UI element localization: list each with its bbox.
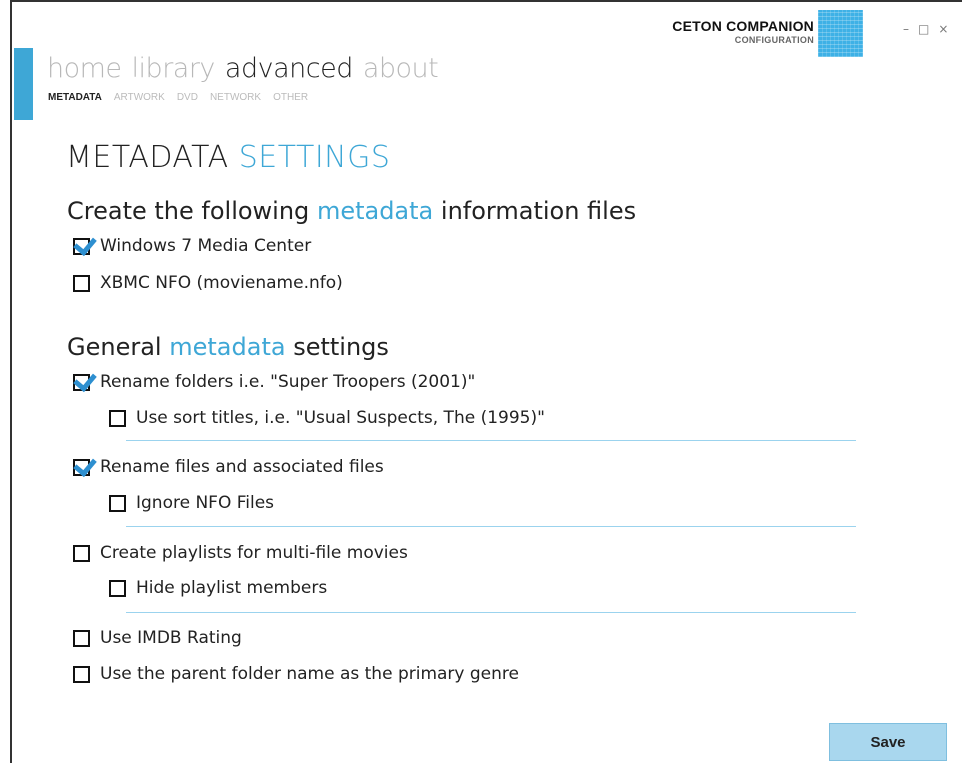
- imdb-checkbox[interactable]: [73, 629, 90, 647]
- ignore-nfo-checkbox[interactable]: [109, 494, 126, 512]
- nav-home[interactable]: home: [47, 53, 122, 84]
- hide-members-label: Hide playlist members: [136, 578, 328, 598]
- brand: CETON COMPANION CONFIGURATION: [662, 18, 814, 45]
- xbmc-label: XBMC NFO (moviename.nfo): [100, 273, 343, 293]
- section-general-post: settings: [293, 333, 389, 361]
- divider: [126, 612, 856, 613]
- nav-advanced[interactable]: advanced: [225, 53, 353, 84]
- hide-members-checkbox[interactable]: [109, 579, 126, 597]
- option-ignore-nfo[interactable]: Ignore NFO Files: [109, 493, 274, 513]
- xbmc-checkbox[interactable]: [73, 274, 90, 292]
- option-rename-folders[interactable]: Rename folders i.e. "Super Troopers (200…: [73, 372, 475, 392]
- sub-nav: METADATA ARTWORK DVD NETWORK OTHER: [48, 92, 308, 103]
- main-nav: home library advanced about: [47, 53, 439, 84]
- divider: [126, 526, 856, 527]
- option-playlists[interactable]: Create playlists for multi-file movies: [73, 543, 408, 563]
- tab-network[interactable]: NETWORK: [210, 92, 261, 103]
- sort-titles-checkbox[interactable]: [109, 409, 126, 427]
- section-create-pre: Create the following: [67, 197, 310, 225]
- rename-folders-label: Rename folders i.e. "Super Troopers (200…: [100, 372, 476, 392]
- imdb-label: Use IMDB Rating: [100, 628, 242, 648]
- section-general-accent: metadata: [169, 333, 286, 361]
- save-button[interactable]: Save: [829, 723, 947, 761]
- maximize-icon[interactable]: □: [918, 22, 929, 36]
- win7-checkbox[interactable]: [73, 237, 90, 255]
- divider: [126, 440, 856, 441]
- brand-name: CETON COMPANION: [672, 18, 814, 34]
- window-left-border: [0, 0, 12, 763]
- accent-bar: [14, 48, 33, 120]
- section-general-pre: General: [67, 333, 162, 361]
- option-rename-files[interactable]: Rename files and associated files: [73, 457, 384, 477]
- win7-label: Windows 7 Media Center: [100, 236, 312, 256]
- tab-dvd[interactable]: DVD: [177, 92, 198, 103]
- nav-about[interactable]: about: [363, 53, 439, 84]
- page-title: METADATA SETTINGS: [66, 140, 390, 175]
- tab-artwork[interactable]: ARTWORK: [114, 92, 165, 103]
- option-imdb[interactable]: Use IMDB Rating: [73, 628, 242, 648]
- ignore-nfo-label: Ignore NFO Files: [136, 493, 275, 513]
- tab-metadata[interactable]: METADATA: [48, 92, 102, 103]
- rename-folders-checkbox[interactable]: [73, 373, 90, 391]
- brand-subtitle: CONFIGURATION: [734, 35, 814, 45]
- nav-library[interactable]: library: [132, 53, 216, 84]
- section-create-heading: Create the following metadata informatio…: [67, 197, 636, 225]
- option-parent-genre[interactable]: Use the parent folder name as the primar…: [73, 664, 519, 684]
- page-title-accent: SETTINGS: [238, 140, 391, 175]
- option-win7[interactable]: Windows 7 Media Center: [73, 236, 311, 256]
- sort-titles-label: Use sort titles, i.e. "Usual Suspects, T…: [136, 408, 545, 428]
- brand-logo-icon: [818, 10, 863, 57]
- playlists-label: Create playlists for multi-file movies: [100, 543, 408, 563]
- parent-genre-label: Use the parent folder name as the primar…: [100, 664, 519, 684]
- playlists-checkbox[interactable]: [73, 544, 90, 562]
- rename-files-label: Rename files and associated files: [100, 457, 384, 477]
- option-sort-titles[interactable]: Use sort titles, i.e. "Usual Suspects, T…: [109, 408, 545, 428]
- page-title-main: METADATA: [66, 140, 229, 175]
- section-create-post: information files: [440, 197, 637, 225]
- tab-other[interactable]: OTHER: [273, 92, 308, 103]
- section-general-heading: General metadata settings: [67, 333, 389, 361]
- option-hide-members[interactable]: Hide playlist members: [109, 578, 327, 598]
- minimize-icon[interactable]: –: [903, 22, 909, 36]
- window-top-border: [0, 0, 962, 10]
- rename-files-checkbox[interactable]: [73, 458, 90, 476]
- option-xbmc[interactable]: XBMC NFO (moviename.nfo): [73, 273, 343, 293]
- close-icon[interactable]: ×: [938, 22, 948, 36]
- parent-genre-checkbox[interactable]: [73, 665, 90, 683]
- window-controls: – □ ×: [903, 22, 948, 36]
- section-create-accent: metadata: [316, 197, 434, 225]
